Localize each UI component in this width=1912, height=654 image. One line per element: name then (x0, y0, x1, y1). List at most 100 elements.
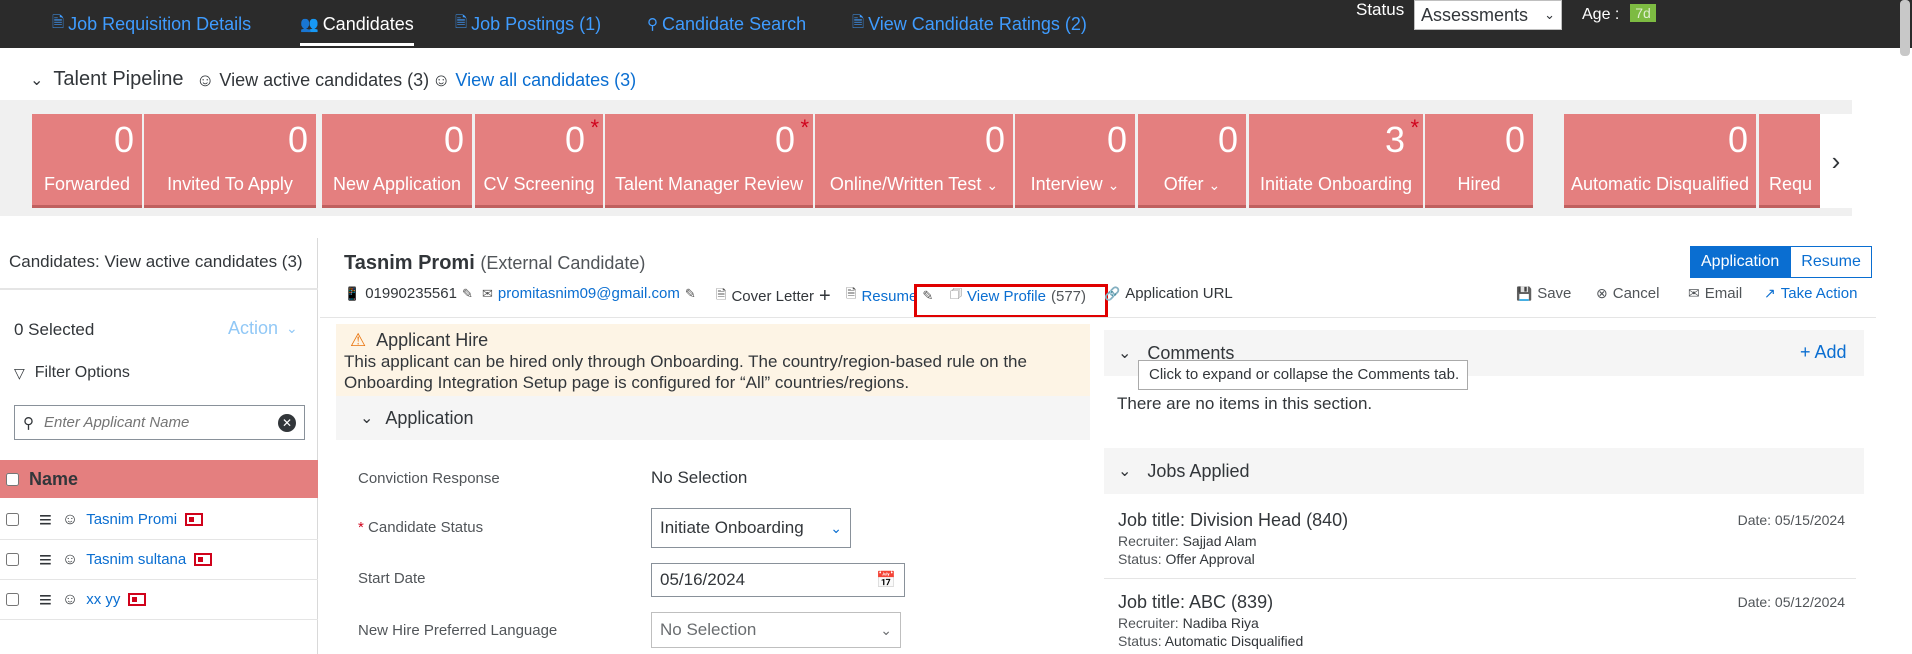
edit-icon[interactable]: ✎ (462, 286, 473, 302)
candidate-row[interactable]: ≡ ☺ xx yy (0, 580, 318, 620)
tab-view-candidate-ratings[interactable]: 🗎 View Candidate Ratings (2) (852, 0, 1087, 48)
view-active-candidates-link[interactable]: ☺ View active candidates (3) (196, 70, 429, 91)
add-icon[interactable]: + (819, 285, 831, 308)
divider (1104, 578, 1856, 579)
document-icon: 🗎 (846, 286, 857, 301)
candidate-row[interactable]: ≡ ☺ Tasnim Promi (0, 500, 318, 540)
application-toggle-button[interactable]: Application (1690, 246, 1791, 278)
divider (320, 317, 1876, 318)
tab-candidates[interactable]: 👥 Candidates (300, 0, 414, 48)
stage-new-application[interactable]: 0 New Application (322, 114, 472, 208)
candidate-status-select[interactable]: Initiate Onboarding ⌄ (651, 508, 851, 548)
chevron-down-icon: ⌄ (1118, 463, 1132, 480)
stage-hired[interactable]: 0 Hired (1425, 114, 1533, 208)
resume-link[interactable]: Resume (861, 288, 917, 305)
talent-pipeline-toggle[interactable]: ⌄ Talent Pipeline (30, 68, 184, 91)
tab-job-postings[interactable]: 🗎 Job Postings (1) (455, 0, 601, 48)
applicant-name-input[interactable] (42, 413, 270, 432)
page-scrollbar[interactable] (1900, 0, 1910, 56)
stage-count: 0 (774, 119, 795, 160)
clear-icon[interactable]: ✕ (278, 413, 296, 432)
filter-options-label: Filter Options (34, 364, 130, 381)
profile-card-icon[interactable] (128, 593, 147, 606)
application-section-toggle[interactable]: ⌄ Application (336, 396, 1090, 440)
person-icon: ☺ (61, 590, 79, 608)
stage-count: 0 (1504, 119, 1525, 160)
take-action-button[interactable]: ↗ Take Action (1764, 285, 1857, 302)
email-link[interactable]: promitasnim09@gmail.com (498, 285, 680, 302)
recruiter-label: Recruiter: (1118, 533, 1179, 549)
filter-icon: ▽ (14, 364, 25, 381)
profile-card-icon[interactable] (194, 553, 213, 566)
phone-item: 📱 01990235561 ✎ (344, 285, 473, 302)
save-button[interactable]: 💾 Save (1516, 285, 1571, 302)
stage-count: 0 (287, 119, 308, 160)
stage-initiate-onboarding[interactable]: 3 * Initiate Onboarding (1249, 114, 1423, 208)
cancel-button[interactable]: ⊗ Cancel (1596, 285, 1659, 302)
name-column-label: Name (29, 468, 79, 489)
stage-label-wrap: Interview ⌄ (1015, 174, 1135, 195)
jobs-applied-title: Jobs Applied (1147, 460, 1250, 481)
required-star-icon: * (800, 115, 809, 140)
candidate-name-link[interactable]: Tasnim Promi (86, 511, 177, 528)
stage-online-written-test[interactable]: 0 Online/Written Test ⌄ (815, 114, 1013, 208)
jobs-applied-section-toggle[interactable]: ⌄ Jobs Applied (1104, 448, 1864, 494)
select-all-checkbox[interactable] (6, 472, 19, 486)
candidate-checkbox[interactable] (6, 593, 19, 606)
calendar-icon[interactable]: 📅 (876, 570, 896, 590)
chevron-down-icon: ⌄ (286, 320, 298, 336)
job-date: Date: 05/12/2024 (1737, 594, 1845, 610)
stage-label: Online/Written Test (829, 174, 982, 194)
stage-offer[interactable]: 0 Offer ⌄ (1138, 114, 1246, 208)
tab-job-requisition-details[interactable]: 🗎 Job Requisition Details (52, 0, 251, 48)
stage-interview[interactable]: 0 Interview ⌄ (1015, 114, 1135, 208)
document-icon: 🗎 (716, 286, 727, 302)
pipeline-next-button[interactable]: › (1820, 114, 1852, 208)
stage-automatic-disqualified[interactable]: 0 Automatic Disqualified (1564, 114, 1756, 208)
profile-card-icon[interactable] (185, 513, 204, 526)
resume-toggle-button[interactable]: Resume (1790, 246, 1872, 278)
document-icon: 🗎 (455, 13, 468, 31)
email-item: ✉ promitasnim09@gmail.com ✎ (482, 285, 696, 302)
required-star-icon: * (590, 115, 599, 140)
tab-candidate-search[interactable]: ⚲ Candidate Search (647, 0, 806, 48)
action-menu-button[interactable]: Action ⌄ (228, 318, 298, 339)
candidate-checkbox[interactable] (6, 513, 19, 526)
candidate-name-link[interactable]: Tasnim sultana (86, 551, 186, 568)
job-status-line: Status: Offer Approval (1118, 551, 1858, 567)
candidate-row[interactable]: ≡ ☺ Tasnim sultana (0, 540, 318, 580)
start-date-input[interactable]: 05/16/2024 📅 (651, 563, 905, 597)
stage-label: Initiate Onboarding (1259, 174, 1413, 194)
stage-talent-manager-review[interactable]: 0 * Talent Manager Review (605, 114, 813, 208)
comments-empty-message: There are no items in this section. (1117, 394, 1373, 413)
menu-icon[interactable]: ≡ (39, 547, 52, 573)
age-label: Age : (1582, 6, 1620, 23)
candidate-name-link[interactable]: xx yy (86, 591, 120, 608)
chevron-down-icon: ⌄ (1107, 177, 1120, 193)
person-icon: ☺ (196, 70, 215, 90)
stage-cv-screening[interactable]: 0 * CV Screening (475, 114, 603, 208)
stage-label: CV Screening (483, 174, 595, 194)
menu-icon[interactable]: ≡ (39, 587, 52, 613)
new-hire-language-select[interactable]: No Selection ⌄ (651, 612, 901, 648)
candidate-status-label-text: Candidate Status (368, 519, 484, 536)
email-button[interactable]: ✉ Email (1688, 285, 1742, 302)
save-icon: 💾 (1516, 285, 1533, 301)
edit-icon[interactable]: ✎ (685, 286, 696, 302)
stage-invited-to-apply[interactable]: 0 Invited To Apply (144, 114, 316, 208)
phone-icon: 📱 (344, 285, 361, 301)
view-all-candidates-link[interactable]: ☺ View all candidates (3) (432, 70, 636, 91)
conviction-response-label: Conviction Response (358, 470, 500, 487)
filter-options-button[interactable]: ▽ Filter Options (14, 364, 130, 382)
stage-forwarded[interactable]: 0 Forwarded (32, 114, 142, 208)
divider (0, 288, 318, 290)
status-select[interactable]: Assessments ⌄ (1414, 0, 1562, 30)
application-url-item[interactable]: 🔗 Application URL (1104, 285, 1233, 302)
menu-icon[interactable]: ≡ (39, 507, 52, 533)
person-icon: ☺ (432, 70, 451, 90)
stage-requ-partial[interactable]: Requ (1759, 114, 1820, 208)
view-all-candidates-text[interactable]: View all candidates (3) (455, 70, 636, 91)
add-comment-button[interactable]: + Add (1800, 342, 1847, 363)
applicant-hire-alert: ⚠ Applicant Hire This applicant can be h… (336, 324, 1090, 396)
candidate-checkbox[interactable] (6, 553, 19, 566)
